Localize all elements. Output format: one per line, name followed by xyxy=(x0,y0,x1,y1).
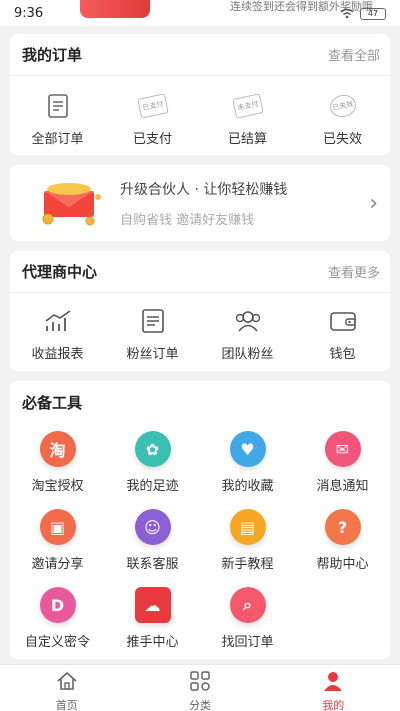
tools-title: 必备工具 xyxy=(22,393,83,412)
chart-trend-icon xyxy=(44,307,72,335)
tab-home[interactable]: 首页 xyxy=(0,665,133,711)
tool-label: 淘宝授权 xyxy=(31,479,84,494)
tool-label: 新手教程 xyxy=(221,557,274,572)
tool-label: 我的收藏 xyxy=(221,479,274,494)
earnings-report-button[interactable]: 收益报表 xyxy=(10,307,105,362)
earnings-report-label: 收益报表 xyxy=(31,347,84,362)
status-bar: 9:36 连续签到还会得到额外奖励哦 47 xyxy=(0,0,400,26)
search-order-icon: ⌕ xyxy=(229,587,266,623)
fans-orders-label: 粉丝订单 xyxy=(126,347,179,362)
order-settled-button[interactable]: 未支付 已结算 xyxy=(200,92,295,147)
promo-subtitle: 自购省钱 邀请好友赚钱 xyxy=(120,212,255,228)
team-fans-label: 团队粉丝 xyxy=(221,347,274,362)
orders-card: 我的订单 查看全部 全部订单 已支付 已支付 未支付 已结算 已失效 已失效 xyxy=(10,34,390,155)
team-icon xyxy=(234,307,262,335)
message-icon: ✉ xyxy=(324,431,361,467)
tool-label: 邀请分享 xyxy=(31,557,84,572)
view-more-agent-link[interactable]: 查看更多 xyxy=(328,262,380,281)
fans-orders-button[interactable]: 粉丝订单 xyxy=(105,307,200,362)
tool-label: 我的足迹 xyxy=(126,479,179,494)
tab-category[interactable]: 分类 xyxy=(133,665,266,711)
team-fans-button[interactable]: 团队粉丝 xyxy=(200,307,295,362)
tool-taobao-auth[interactable]: 淘 淘宝授权 xyxy=(10,431,105,509)
tutorial-icon: ▤ xyxy=(229,509,266,545)
view-all-orders-link[interactable]: 查看全部 xyxy=(328,45,380,64)
tool-label: 消息通知 xyxy=(316,479,369,494)
orders-title: 我的订单 xyxy=(22,46,83,64)
orders-header: 我的订单 查看全部 xyxy=(10,34,390,76)
wifi-icon xyxy=(340,8,354,22)
order-all-button[interactable]: 全部订单 xyxy=(10,92,105,147)
promo-title: 升级合伙人 · 让你轻松赚钱 xyxy=(120,181,288,198)
bottom-tab-bar: 首页 分类 我的 xyxy=(0,664,400,711)
order-settled-label: 已结算 xyxy=(227,132,267,147)
clipboard-icon xyxy=(139,307,167,335)
footprint-icon: ✿ xyxy=(134,431,171,467)
agent-title: 代理商中心 xyxy=(22,263,98,281)
document-list-icon xyxy=(44,92,72,120)
password-icon: D xyxy=(39,587,76,623)
customer-service-icon: ☺ xyxy=(134,509,171,545)
tool-promoter-center[interactable]: ☁ 推手中心 xyxy=(105,587,200,665)
order-expired-label: 已失效 xyxy=(322,132,362,147)
tool-label: 推手中心 xyxy=(126,635,179,650)
status-time: 9:36 xyxy=(14,6,44,21)
wallet-button[interactable]: 钱包 xyxy=(295,307,390,362)
order-all-label: 全部订单 xyxy=(31,132,84,147)
tool-label: 帮助中心 xyxy=(316,557,369,572)
tool-label: 联系客服 xyxy=(126,557,179,572)
gift-icon: ▣ xyxy=(39,509,76,545)
tool-invite-share[interactable]: ▣ 邀请分享 xyxy=(10,509,105,587)
favorite-icon: ♥ xyxy=(229,431,266,467)
help-icon: ? xyxy=(324,509,361,545)
tool-footprint[interactable]: ✿ 我的足迹 xyxy=(105,431,200,509)
tab-mine[interactable]: 我的 xyxy=(267,665,400,711)
tool-customer-service[interactable]: ☺ 联系客服 xyxy=(105,509,200,587)
tool-retrieve-order[interactable]: ⌕ 找回订单 xyxy=(200,587,295,665)
battery-icon: 47 xyxy=(360,8,386,20)
category-icon xyxy=(189,671,211,695)
tools-header: 必备工具 xyxy=(10,381,390,423)
checkin-banner-strip xyxy=(80,0,150,18)
tool-tutorial[interactable]: ▤ 新手教程 xyxy=(200,509,295,587)
tool-label: 自定义密令 xyxy=(24,635,90,650)
agent-center-card: 代理商中心 查看更多 收益报表 粉丝订单 团队粉丝 钱包 xyxy=(10,251,390,371)
tab-home-label: 首页 xyxy=(55,699,78,711)
order-expired-button[interactable]: 已失效 已失效 xyxy=(295,92,390,147)
tool-favorites[interactable]: ♥ 我的收藏 xyxy=(200,431,295,509)
tool-label: 找回订单 xyxy=(221,635,274,650)
agent-header: 代理商中心 查看更多 xyxy=(10,251,390,293)
tab-category-label: 分类 xyxy=(188,699,211,711)
tool-messages[interactable]: ✉ 消息通知 xyxy=(295,431,390,509)
cloud-push-icon: ☁ xyxy=(134,587,171,623)
taobao-icon: 淘 xyxy=(39,431,76,467)
order-paid-label: 已支付 xyxy=(132,132,172,147)
wallet-label: 钱包 xyxy=(329,347,356,362)
red-envelope-icon xyxy=(38,179,104,227)
order-paid-button[interactable]: 已支付 已支付 xyxy=(105,92,200,147)
partner-upgrade-banner[interactable]: 升级合伙人 · 让你轻松赚钱 自购省钱 邀请好友赚钱 › xyxy=(10,165,390,241)
tool-custom-password[interactable]: D 自定义密令 xyxy=(10,587,105,665)
home-icon xyxy=(56,671,78,695)
settled-stamp-icon: 未支付 xyxy=(231,92,264,120)
expired-stamp-icon: 已失效 xyxy=(327,92,358,120)
chevron-right-icon: › xyxy=(369,190,378,216)
paid-stamp-icon: 已支付 xyxy=(136,92,169,120)
tools-card: 必备工具 淘 淘宝授权 ✿ 我的足迹 ♥ 我的收藏 ✉ 消息通知 ▣ 邀请分享 … xyxy=(10,381,390,659)
tab-mine-label: 我的 xyxy=(322,699,345,711)
wallet-icon xyxy=(329,307,357,335)
user-icon xyxy=(322,671,344,695)
tool-help-center[interactable]: ? 帮助中心 xyxy=(295,509,390,587)
